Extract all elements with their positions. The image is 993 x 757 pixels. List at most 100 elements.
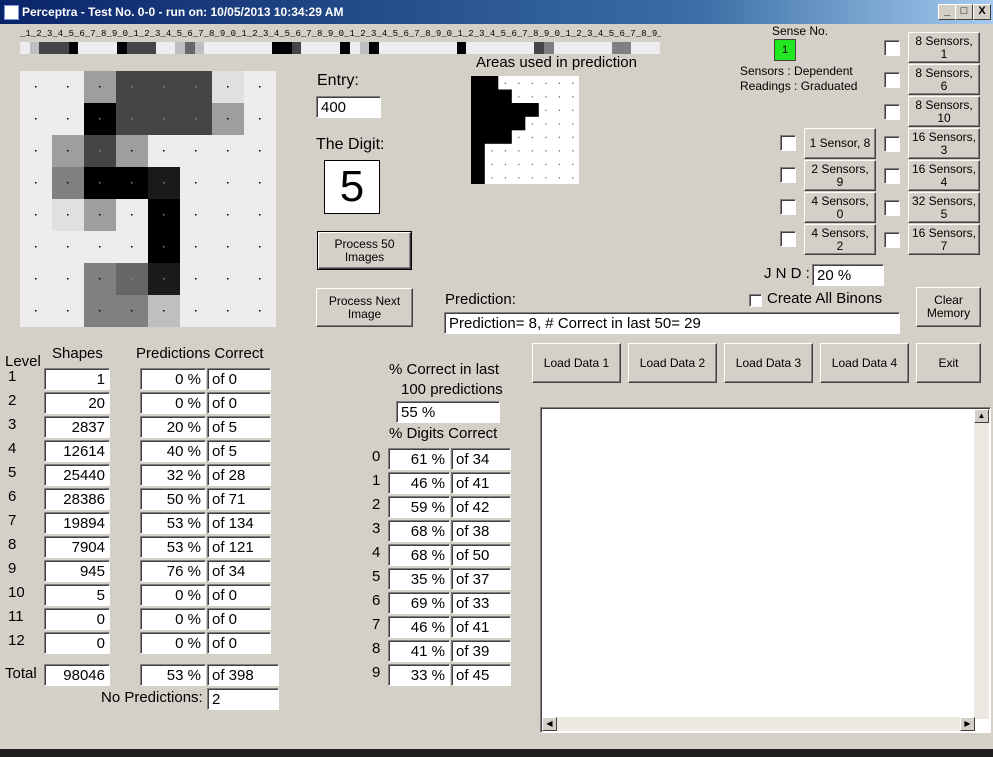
shapes-field[interactable]: 0 (44, 608, 110, 630)
scroll-left-icon[interactable]: ◀ (542, 717, 557, 731)
level-pct-field[interactable]: 0 % (140, 584, 206, 606)
digit-pct-field[interactable]: 68 % (388, 544, 450, 566)
digit-of-field[interactable]: of 38 (451, 520, 511, 542)
level-pct-field[interactable]: 20 % (140, 416, 206, 438)
close-button[interactable]: X (973, 4, 991, 20)
process-next-button[interactable]: Process Next Image (316, 288, 413, 327)
shapes-field[interactable]: 28386 (44, 488, 110, 510)
no-predictions-field[interactable]: 2 (207, 688, 279, 710)
level-pct-field[interactable]: 76 % (140, 560, 206, 582)
level-of-field[interactable]: of 71 (207, 488, 271, 510)
sensor-right-checkbox[interactable] (884, 232, 900, 248)
digit-of-field[interactable]: of 39 (451, 640, 511, 662)
shapes-field[interactable]: 5 (44, 584, 110, 606)
sensor-button[interactable]: 1 Sensor, 8 (804, 128, 876, 159)
minimize-button[interactable]: _ (938, 4, 956, 20)
digit-of-field[interactable]: of 50 (451, 544, 511, 566)
vertical-scrollbar[interactable]: ▲ (974, 409, 989, 719)
level-of-field[interactable]: of 5 (207, 440, 271, 462)
digit-of-field[interactable]: of 37 (451, 568, 511, 590)
shapes-field[interactable]: 1 (44, 368, 110, 390)
digit-of-field[interactable]: of 34 (451, 448, 511, 470)
digit-pct-field[interactable]: 68 % (388, 520, 450, 542)
level-pct-field[interactable]: 53 % (140, 536, 206, 558)
digit-of-field[interactable]: of 45 (451, 664, 511, 686)
level-pct-field[interactable]: 50 % (140, 488, 206, 510)
level-pct-field[interactable]: 0 % (140, 392, 206, 414)
shapes-field[interactable]: 945 (44, 560, 110, 582)
level-pct-field[interactable]: 0 % (140, 632, 206, 654)
scroll-right-icon[interactable]: ▶ (960, 717, 975, 731)
level-of-field[interactable]: of 0 (207, 584, 271, 606)
total-of-field[interactable]: of 398 (207, 664, 279, 686)
sensor-left-checkbox[interactable] (780, 199, 796, 215)
load-data-4-button[interactable]: Load Data 4 (820, 343, 909, 383)
sensor-button[interactable]: 16 Sensors, 7 (908, 224, 980, 255)
jnd-field[interactable]: 20 % (812, 264, 884, 286)
load-data-3-button[interactable]: Load Data 3 (724, 343, 813, 383)
process-50-button[interactable]: Process 50 Images (317, 231, 412, 270)
sensor-button[interactable]: 8 Sensors, 1 (908, 32, 980, 63)
sensor-left-checkbox[interactable] (780, 231, 796, 247)
level-of-field[interactable]: of 0 (207, 392, 271, 414)
horizontal-scrollbar[interactable]: ◀ ▶ (542, 717, 975, 731)
sensor-button[interactable]: 16 Sensors, 3 (908, 128, 980, 159)
clear-memory-button[interactable]: Clear Memory (916, 287, 981, 327)
shapes-field[interactable]: 25440 (44, 464, 110, 486)
digit-pct-field[interactable]: 46 % (388, 472, 450, 494)
digit-of-field[interactable]: of 41 (451, 616, 511, 638)
prediction-field[interactable]: Prediction= 8, # Correct in last 50= 29 (444, 312, 900, 334)
level-of-field[interactable]: of 28 (207, 464, 271, 486)
digit-of-field[interactable]: of 41 (451, 472, 511, 494)
scroll-up-icon[interactable]: ▲ (974, 409, 989, 423)
sensor-right-checkbox[interactable] (884, 136, 900, 152)
level-pct-field[interactable]: 53 % (140, 512, 206, 534)
digit-of-field[interactable]: of 42 (451, 496, 511, 518)
digit-pct-field[interactable]: 33 % (388, 664, 450, 686)
load-data-2-button[interactable]: Load Data 2 (628, 343, 717, 383)
sensor-right-checkbox[interactable] (884, 200, 900, 216)
create-all-binons-checkbox[interactable] (749, 294, 762, 307)
digit-pct-field[interactable]: 35 % (388, 568, 450, 590)
output-memo[interactable]: ▲ ◀ ▶ (540, 407, 991, 733)
digit-pct-field[interactable]: 61 % (388, 448, 450, 470)
pct-last-100-field[interactable]: 55 % (396, 401, 500, 423)
total-shapes-field[interactable]: 98046 (44, 664, 110, 686)
sensor-right-checkbox[interactable] (884, 168, 900, 184)
exit-button[interactable]: Exit (916, 343, 981, 383)
level-pct-field[interactable]: 32 % (140, 464, 206, 486)
level-of-field[interactable]: of 5 (207, 416, 271, 438)
level-of-field[interactable]: of 0 (207, 632, 271, 654)
sensor-button[interactable]: 2 Sensors, 9 (804, 160, 876, 191)
level-of-field[interactable]: of 34 (207, 560, 271, 582)
digit-pct-field[interactable]: 41 % (388, 640, 450, 662)
digit-of-field[interactable]: of 33 (451, 592, 511, 614)
sensor-right-checkbox[interactable] (884, 72, 900, 88)
sensor-left-checkbox[interactable] (780, 135, 796, 151)
digit-pct-field[interactable]: 69 % (388, 592, 450, 614)
load-data-1-button[interactable]: Load Data 1 (532, 343, 621, 383)
entry-field[interactable]: 400 (316, 96, 381, 118)
shapes-field[interactable]: 7904 (44, 536, 110, 558)
sensor-button[interactable]: 16 Sensors, 4 (908, 160, 980, 191)
sensor-button[interactable]: 4 Sensors, 2 (804, 224, 876, 255)
level-of-field[interactable]: of 0 (207, 368, 271, 390)
shapes-field[interactable]: 20 (44, 392, 110, 414)
level-of-field[interactable]: of 121 (207, 536, 271, 558)
sensor-right-checkbox[interactable] (884, 40, 900, 56)
level-pct-field[interactable]: 40 % (140, 440, 206, 462)
shapes-field[interactable]: 0 (44, 632, 110, 654)
level-of-field[interactable]: of 134 (207, 512, 271, 534)
shapes-field[interactable]: 12614 (44, 440, 110, 462)
sensor-button[interactable]: 4 Sensors, 0 (804, 192, 876, 223)
shapes-field[interactable]: 19894 (44, 512, 110, 534)
level-pct-field[interactable]: 0 % (140, 608, 206, 630)
shapes-field[interactable]: 2837 (44, 416, 110, 438)
sensor-button[interactable]: 8 Sensors, 6 (908, 64, 980, 95)
digit-pct-field[interactable]: 59 % (388, 496, 450, 518)
sensor-button[interactable]: 8 Sensors, 10 (908, 96, 980, 127)
sensor-button[interactable]: 32 Sensors, 5 (908, 192, 980, 223)
sensor-right-checkbox[interactable] (884, 104, 900, 120)
sensor-left-checkbox[interactable] (780, 167, 796, 183)
level-of-field[interactable]: of 0 (207, 608, 271, 630)
